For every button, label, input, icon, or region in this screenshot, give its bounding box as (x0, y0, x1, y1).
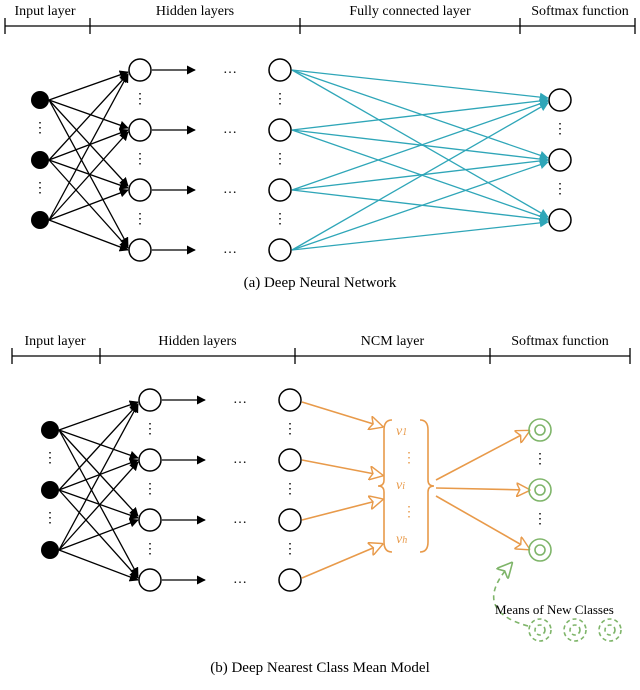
svg-text:⋮: ⋮ (533, 512, 547, 527)
svg-text:⋮: ⋮ (33, 181, 47, 196)
svg-text:…: … (223, 242, 237, 257)
svg-text:⋮: ⋮ (43, 451, 57, 466)
svg-text:⋮: ⋮ (553, 182, 567, 197)
a-out-nodes (549, 89, 571, 231)
svg-text:…: … (223, 62, 237, 77)
svg-text:⋮: ⋮ (133, 152, 147, 167)
caption-a: (a) Deep Neural Network (0, 275, 640, 292)
svg-text:⋮: ⋮ (43, 511, 57, 526)
b-out-nodes (529, 419, 551, 561)
svg-text:⋮: ⋮ (143, 542, 157, 557)
svg-text:⋮: ⋮ (283, 422, 297, 437)
svg-text:⋮: ⋮ (283, 542, 297, 557)
svg-text:⋮: ⋮ (143, 482, 157, 497)
diagram-b: ⋮ ⋮ ⋮⋮⋮ ⋮⋮⋮ (0, 330, 640, 690)
svg-text:…: … (233, 572, 247, 587)
vh-label: vh (396, 532, 407, 548)
v-dots1: ⋮ (402, 450, 416, 467)
svg-text:⋮: ⋮ (143, 422, 157, 437)
svg-text:⋮: ⋮ (273, 212, 287, 227)
diagram-a: ⋮ ⋮ ⋮⋮⋮ ⋮⋮⋮ ⋮⋮ (0, 0, 640, 310)
svg-text:…: … (233, 512, 247, 527)
v1-label: v1 (396, 424, 407, 440)
svg-text:⋮: ⋮ (273, 152, 287, 167)
a-input-nodes: ⋮ ⋮ (31, 91, 49, 229)
svg-text:⋮: ⋮ (283, 482, 297, 497)
v-dots2: ⋮ (402, 504, 416, 521)
svg-text:⋮: ⋮ (553, 122, 567, 137)
svg-text:⋮: ⋮ (33, 121, 47, 136)
svg-text:…: … (223, 122, 237, 137)
caption-b: (b) Deep Nearest Class Mean Model (0, 660, 640, 677)
svg-text:⋮: ⋮ (133, 212, 147, 227)
b-input-nodes: ⋮ ⋮ (41, 421, 59, 559)
svg-text:⋮: ⋮ (133, 92, 147, 107)
svg-text:…: … (233, 452, 247, 467)
means-label: Means of New Classes (495, 602, 614, 618)
new-means (529, 619, 621, 641)
vi-label: vi (396, 478, 405, 494)
svg-text:…: … (233, 392, 247, 407)
svg-text:⋮: ⋮ (273, 92, 287, 107)
svg-text:⋮: ⋮ (533, 452, 547, 467)
svg-text:…: … (223, 182, 237, 197)
